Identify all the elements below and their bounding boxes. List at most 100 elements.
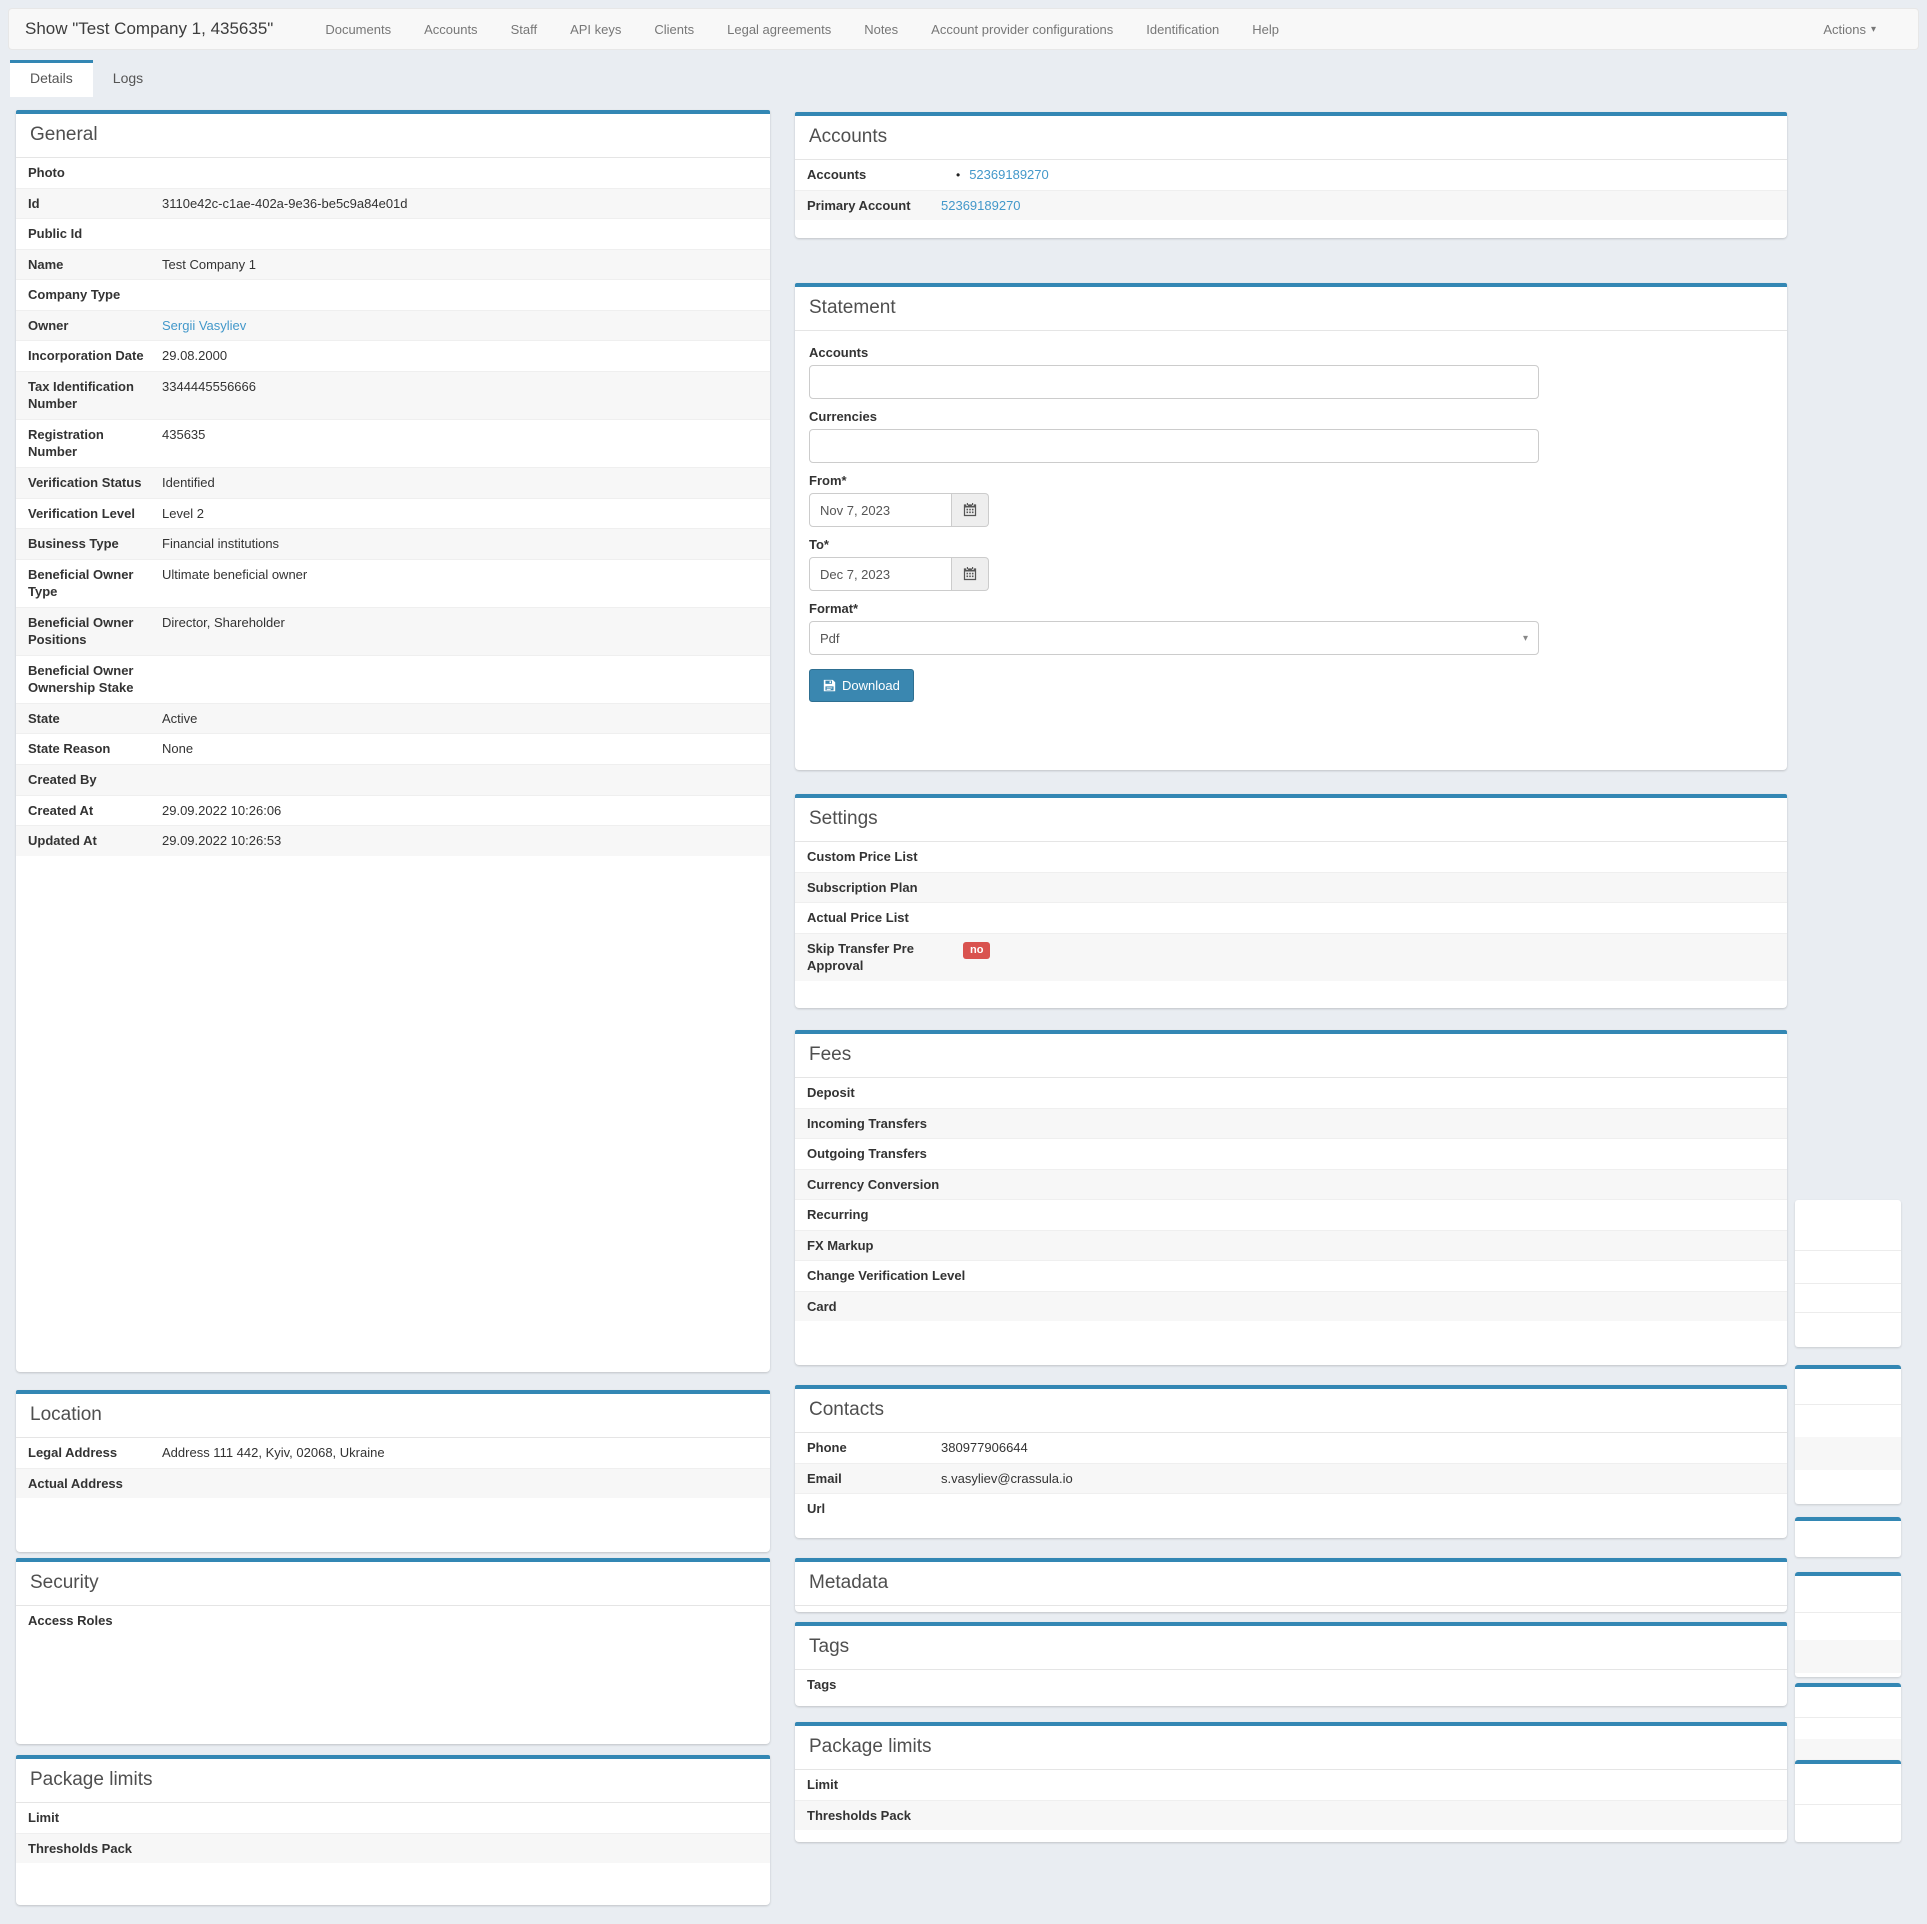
caret-down-icon: ▾ — [1523, 633, 1528, 644]
row-value: 52369189270 — [941, 197, 1777, 215]
section-statement: Statement Accounts Currencies From* To* … — [795, 283, 1787, 770]
tab-bar: Details Logs — [10, 60, 163, 97]
row-value: • 52369189270 — [941, 166, 1777, 184]
table-row: Accounts•52369189270 — [795, 160, 1787, 190]
layout-artifact-panel — [1795, 1683, 1901, 1766]
row-label: Limit — [28, 1809, 162, 1827]
page: Show "Test Company 1, 435635" DocumentsA… — [0, 0, 1927, 1924]
row-label: Tags — [807, 1676, 941, 1694]
table-row: Currency Conversion — [795, 1169, 1787, 1200]
navbar-item[interactable]: Staff — [511, 22, 538, 37]
status-badge: no — [963, 942, 990, 959]
row-value-link[interactable]: 52369189270 — [941, 198, 1021, 213]
row-label: Legal Address — [28, 1444, 162, 1462]
row-label: Registration Number — [28, 426, 162, 461]
download-button[interactable]: Download — [809, 669, 914, 702]
row-label: Thresholds Pack — [28, 1840, 162, 1858]
actions-dropdown[interactable]: Actions ▾ — [1823, 22, 1876, 37]
row-value: Level 2 — [162, 505, 760, 523]
settings-table: Custom Price ListSubscription PlanActual… — [795, 842, 1787, 981]
row-value-link[interactable]: Sergii Vasyliev — [162, 318, 246, 333]
section-security: Security Access Roles — [16, 1558, 770, 1744]
floppy-icon — [823, 679, 836, 692]
table-row: Id3110e42c-c1ae-402a-9e36-be5c9a84e01d — [16, 188, 770, 219]
row-value-text: Director, Shareholder — [162, 615, 285, 630]
row-label: Photo — [28, 164, 162, 182]
row-value: Active — [162, 710, 760, 728]
navbar-item[interactable]: Help — [1252, 22, 1279, 37]
tab-details[interactable]: Details — [10, 60, 93, 97]
navbar-item[interactable]: Notes — [864, 22, 898, 37]
table-row: FX Markup — [795, 1230, 1787, 1261]
security-table: Access Roles — [16, 1606, 770, 1636]
row-value: Test Company 1 — [162, 256, 760, 274]
row-label: Verification Status — [28, 474, 162, 492]
row-value: 29.09.2022 10:26:53 — [162, 832, 760, 850]
row-label: Created By — [28, 771, 162, 789]
section-settings: Settings Custom Price ListSubscription P… — [795, 794, 1787, 1008]
table-row: Deposit — [795, 1078, 1787, 1108]
table-row: Limit — [16, 1803, 770, 1833]
row-label: Currency Conversion — [807, 1176, 1033, 1194]
statement-currencies-label: Currencies — [809, 409, 1773, 424]
row-label: Actual Address — [28, 1475, 162, 1493]
layout-artifact-panel — [1795, 1760, 1901, 1842]
statement-to-label: To* — [809, 537, 1773, 552]
navbar-item[interactable]: Accounts — [424, 22, 477, 37]
row-value-text: s.vasyliev@crassula.io — [941, 1471, 1073, 1486]
bullet-icon: • — [956, 167, 960, 183]
table-row: Public Id — [16, 218, 770, 249]
row-label: Change Verification Level — [807, 1267, 1033, 1285]
row-value: Address 111 442, Kyiv, 02068, Ukraine — [162, 1444, 760, 1462]
row-value-text: 3110e42c-c1ae-402a-9e36-be5c9a84e01d — [162, 196, 408, 211]
row-value: 380977906644 — [941, 1439, 1777, 1457]
row-value-text: None — [162, 741, 193, 756]
row-label: Owner — [28, 317, 162, 335]
row-label: Thresholds Pack — [807, 1807, 941, 1825]
table-row: Business TypeFinancial institutions — [16, 528, 770, 559]
section-title: Statement — [795, 287, 1787, 331]
from-date-input[interactable] — [809, 493, 952, 527]
section-contacts: Contacts Phone380977906644Emails.vasylie… — [795, 1385, 1787, 1538]
navbar-item[interactable]: Account provider configurations — [931, 22, 1113, 37]
download-label: Download — [842, 678, 900, 693]
general-table: Photo Id3110e42c-c1ae-402a-9e36-be5c9a84e… — [16, 158, 770, 856]
section-title: General — [16, 114, 770, 158]
row-value-text: Test Company 1 — [162, 257, 256, 272]
row-label: Skip Transfer Pre Approval — [807, 940, 963, 975]
navbar-item[interactable]: Identification — [1146, 22, 1219, 37]
table-row: Company Type — [16, 279, 770, 310]
navbar-item[interactable]: Documents — [325, 22, 391, 37]
row-value-text: 29.09.2022 10:26:53 — [162, 833, 281, 848]
statement-form: Accounts Currencies From* To* Format* Pd… — [795, 331, 1787, 714]
row-label: Id — [28, 195, 162, 213]
table-row: Tax Identification Number3344445556666 — [16, 371, 770, 419]
navbar-item[interactable]: Legal agreements — [727, 22, 831, 37]
account-link[interactable]: 52369189270 — [969, 166, 1049, 184]
row-value: Identified — [162, 474, 760, 492]
table-row: Access Roles — [16, 1606, 770, 1636]
table-row: Verification StatusIdentified — [16, 467, 770, 498]
location-table: Legal AddressAddress 111 442, Kyiv, 0206… — [16, 1438, 770, 1498]
format-select[interactable]: Pdf ▾ — [809, 621, 1539, 655]
row-label: Incoming Transfers — [807, 1115, 1033, 1133]
calendar-icon[interactable] — [952, 557, 989, 591]
row-value: 3344445556666 — [162, 378, 760, 396]
section-title: Package limits — [795, 1726, 1787, 1770]
statement-currencies-input[interactable] — [809, 429, 1539, 463]
row-value-text: 435635 — [162, 427, 205, 442]
statement-accounts-input[interactable] — [809, 365, 1539, 399]
navbar-item[interactable]: Clients — [654, 22, 694, 37]
section-package-limits-left: Package limits LimitThresholds Pack — [16, 1755, 770, 1905]
row-label: Access Roles — [28, 1612, 162, 1630]
calendar-icon[interactable] — [952, 493, 989, 527]
row-label: Custom Price List — [807, 848, 963, 866]
to-date-input[interactable] — [809, 557, 952, 591]
row-label: Phone — [807, 1439, 941, 1457]
row-label: Created At — [28, 802, 162, 820]
tab-logs[interactable]: Logs — [93, 60, 163, 97]
navbar-item[interactable]: API keys — [570, 22, 621, 37]
table-row: Beneficial Owner TypeUltimate beneficial… — [16, 559, 770, 607]
row-label: Url — [807, 1500, 941, 1518]
section-title: Fees — [795, 1034, 1787, 1078]
